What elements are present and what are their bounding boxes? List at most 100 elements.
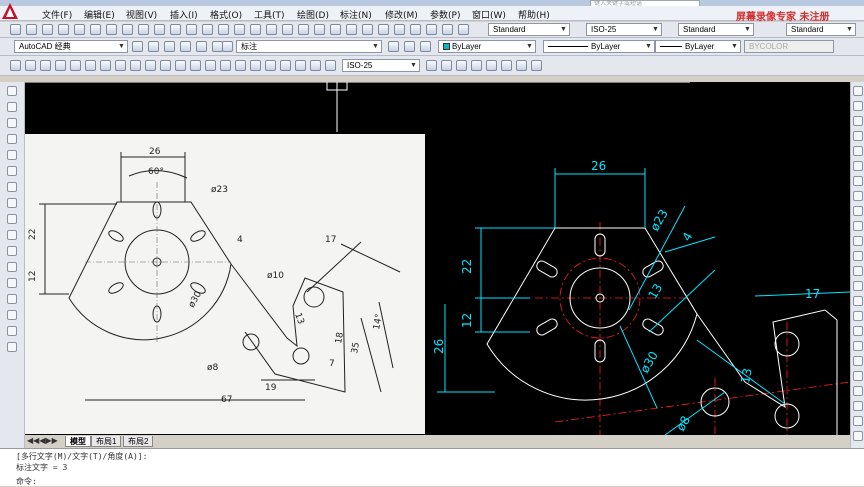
tab-layout2[interactable]: 布局2 — [123, 436, 154, 447]
draw-tool-icon[interactable] — [7, 326, 17, 336]
layer-tool-icon[interactable] — [196, 41, 207, 52]
modify-tool-icon[interactable] — [853, 161, 863, 171]
layer-select[interactable]: 标注 ▼ — [236, 40, 382, 53]
standard-tool-icon[interactable] — [410, 24, 421, 35]
menu-window[interactable]: 窗口(W) — [472, 8, 506, 21]
dimension-tool-icon[interactable] — [426, 60, 437, 71]
modify-tool-icon[interactable] — [853, 191, 863, 201]
draw-tool-icon[interactable] — [7, 294, 17, 304]
menu-draw[interactable]: 绘图(D) — [297, 8, 329, 21]
menu-format[interactable]: 格式(O) — [210, 8, 242, 21]
menu-help[interactable]: 帮助(H) — [518, 8, 550, 21]
linetype-select[interactable]: ByLayer ▼ — [543, 40, 655, 53]
standard-tool-icon[interactable] — [42, 24, 53, 35]
modify-tool-icon[interactable] — [853, 236, 863, 246]
drawing-canvas[interactable]: 26 60° ø23 22 12 4 ø30 17 ø10 13 7 18 35… — [25, 82, 850, 435]
standard-tool-icon[interactable] — [186, 24, 197, 35]
dimension-tool-icon[interactable] — [501, 60, 512, 71]
menu-dimension[interactable]: 标注(N) — [340, 8, 372, 21]
dimension-tool-icon[interactable] — [130, 60, 141, 71]
dimension-tool-icon[interactable] — [40, 60, 51, 71]
dimension-tool-icon[interactable] — [295, 60, 306, 71]
tab-layout1[interactable]: 布局1 — [91, 436, 122, 447]
layer-tool-icon[interactable] — [388, 41, 399, 52]
standard-tool-icon[interactable] — [10, 24, 21, 35]
dimension-tool-icon[interactable] — [441, 60, 452, 71]
dimension-tool-icon[interactable] — [55, 60, 66, 71]
standard-tool-icon[interactable] — [314, 24, 325, 35]
dimension-tool-icon[interactable] — [516, 60, 527, 71]
modify-tool-icon[interactable] — [853, 431, 863, 441]
dimension-tool-icon[interactable] — [235, 60, 246, 71]
standard-tool-icon[interactable] — [106, 24, 117, 35]
modify-tool-icon[interactable] — [853, 206, 863, 216]
tab-model[interactable]: 模型 — [65, 436, 91, 447]
lineweight-select[interactable]: ByLayer ▼ — [655, 40, 741, 53]
command-prompt[interactable]: 命令: — [16, 476, 37, 487]
dimension-tool-icon[interactable] — [471, 60, 482, 71]
modify-tool-icon[interactable] — [853, 281, 863, 291]
draw-tool-icon[interactable] — [7, 214, 17, 224]
modify-tool-icon[interactable] — [853, 311, 863, 321]
dimension-tool-icon[interactable] — [70, 60, 81, 71]
standard-tool-icon[interactable] — [346, 24, 357, 35]
modify-tool-icon[interactable] — [853, 296, 863, 306]
layer-tool-icon[interactable] — [180, 41, 191, 52]
dimension-tool-icon[interactable] — [115, 60, 126, 71]
modify-tool-icon[interactable] — [853, 356, 863, 366]
dimension-tool-icon[interactable] — [190, 60, 201, 71]
standard-tool-icon[interactable] — [234, 24, 245, 35]
menu-parametric[interactable]: 参数(P) — [430, 8, 460, 21]
standard-tool-icon[interactable] — [74, 24, 85, 35]
dimension-tool-icon[interactable] — [175, 60, 186, 71]
modify-tool-icon[interactable] — [853, 416, 863, 426]
modify-tool-icon[interactable] — [853, 221, 863, 231]
dimension-tool-icon[interactable] — [531, 60, 542, 71]
modify-tool-icon[interactable] — [853, 116, 863, 126]
workspace-select[interactable]: AutoCAD 经典 ▼ — [14, 40, 128, 53]
menu-file[interactable]: 文件(F) — [42, 8, 72, 21]
dimension-tool-icon[interactable] — [265, 60, 276, 71]
standard-tool-icon[interactable] — [122, 24, 133, 35]
menu-tools[interactable]: 工具(T) — [254, 8, 285, 21]
dimension-tool-icon[interactable] — [325, 60, 336, 71]
standard-tool-icon[interactable] — [426, 24, 437, 35]
standard-tool-icon[interactable] — [298, 24, 309, 35]
draw-tool-icon[interactable] — [7, 262, 17, 272]
dimension-tool-icon[interactable] — [10, 60, 21, 71]
dimension-tool-icon[interactable] — [220, 60, 231, 71]
draw-tool-icon[interactable] — [7, 86, 17, 96]
layer-tool-icon[interactable] — [222, 41, 233, 52]
modify-tool-icon[interactable] — [853, 401, 863, 411]
standard-tool-icon[interactable] — [58, 24, 69, 35]
dimension-tool-icon[interactable] — [145, 60, 156, 71]
layer-tool-icon[interactable] — [132, 41, 143, 52]
standard-tool-icon[interactable] — [218, 24, 229, 35]
modify-tool-icon[interactable] — [853, 251, 863, 261]
table-style-select[interactable]: Standard ▼ — [678, 23, 754, 36]
draw-tool-icon[interactable] — [7, 342, 17, 352]
standard-tool-icon[interactable] — [26, 24, 37, 35]
dimension-tool-icon[interactable] — [25, 60, 36, 71]
menu-edit[interactable]: 编辑(E) — [84, 8, 115, 21]
modify-tool-icon[interactable] — [853, 266, 863, 276]
menu-view[interactable]: 视图(V) — [126, 8, 157, 21]
layer-tool-icon[interactable] — [164, 41, 175, 52]
modify-tool-icon[interactable] — [853, 101, 863, 111]
modify-tool-icon[interactable] — [853, 131, 863, 141]
layer-tool-icon[interactable] — [404, 41, 415, 52]
modify-tool-icon[interactable] — [853, 146, 863, 156]
standard-tool-icon[interactable] — [282, 24, 293, 35]
draw-tool-icon[interactable] — [7, 102, 17, 112]
tab-nav-arrows-icon[interactable]: ◀◀◀▶▶ — [27, 436, 58, 445]
standard-tool-icon[interactable] — [202, 24, 213, 35]
command-window[interactable]: [多行文字(M)/文字(T)/角度(A)]: 标注文字 = 3 命令: — [0, 448, 864, 486]
layer-tool-icon[interactable] — [420, 41, 431, 52]
dimension-tool-icon[interactable] — [486, 60, 497, 71]
draw-tool-icon[interactable] — [7, 230, 17, 240]
draw-tool-icon[interactable] — [7, 198, 17, 208]
draw-tool-icon[interactable] — [7, 134, 17, 144]
draw-tool-icon[interactable] — [7, 278, 17, 288]
standard-tool-icon[interactable] — [394, 24, 405, 35]
standard-tool-icon[interactable] — [266, 24, 277, 35]
